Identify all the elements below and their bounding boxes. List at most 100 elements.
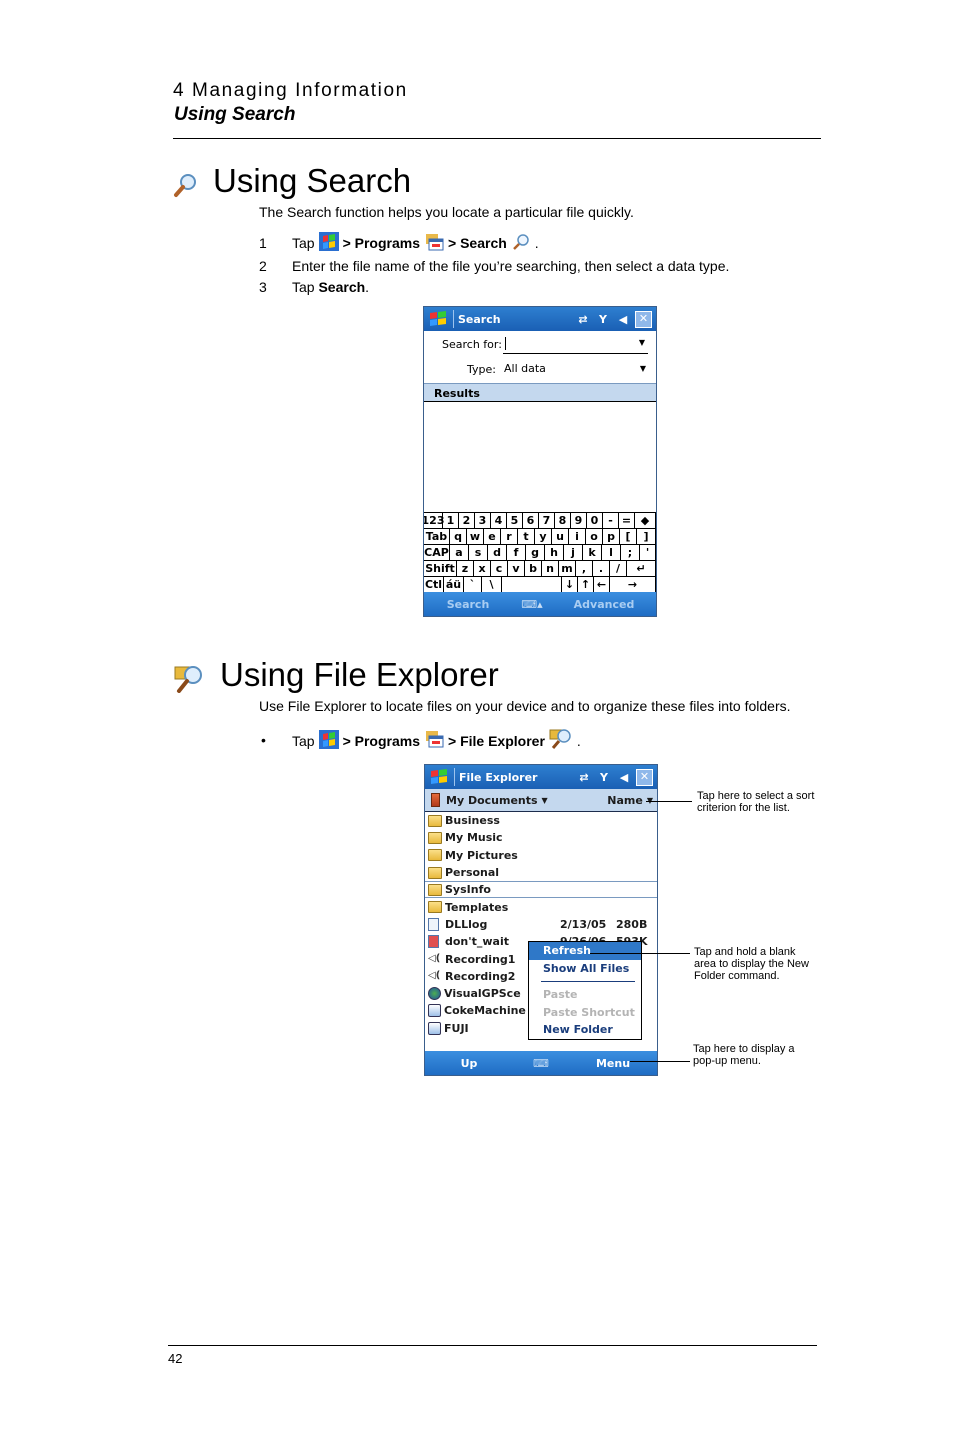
- keyboard-key[interactable]: d: [488, 545, 507, 560]
- connectivity-icon[interactable]: ⇄: [575, 311, 591, 327]
- keyboard-key[interactable]: 0: [587, 513, 603, 528]
- menu-item-new-folder[interactable]: New Folder: [529, 1021, 641, 1039]
- keyboard-key[interactable]: áü: [444, 577, 464, 592]
- folder-icon: [428, 814, 442, 827]
- keyboard-key[interactable]: o: [586, 529, 603, 544]
- sort-dropdown[interactable]: Name: [607, 794, 643, 807]
- keyboard-key[interactable]: →: [610, 577, 656, 592]
- keyboard-key[interactable]: x: [474, 561, 491, 576]
- volume-icon[interactable]: ◀: [615, 311, 631, 327]
- keyboard-key[interactable]: y: [535, 529, 552, 544]
- keyboard-key[interactable]: ': [640, 545, 656, 560]
- keyboard-key[interactable]: -: [603, 513, 619, 528]
- keyboard-key[interactable]: ←: [594, 577, 610, 592]
- location-dropdown[interactable]: My Documents: [446, 794, 538, 807]
- keyboard-key[interactable]: 7: [539, 513, 555, 528]
- keyboard-key[interactable]: e: [484, 529, 501, 544]
- results-list[interactable]: [424, 402, 656, 512]
- keyboard-key[interactable]: ◆: [635, 513, 656, 528]
- signal-icon[interactable]: Y: [595, 311, 611, 327]
- menu-item-show-all-files[interactable]: Show All Files: [529, 960, 641, 978]
- keyboard-key[interactable]: ↵: [627, 561, 656, 576]
- keyboard-key[interactable]: g: [526, 545, 545, 560]
- keyboard-key[interactable]: Shift: [424, 561, 457, 576]
- keyboard-key[interactable]: j: [564, 545, 583, 560]
- search-softkey[interactable]: Search: [424, 598, 512, 611]
- chevron-down-icon[interactable]: ▼: [542, 796, 548, 805]
- chevron-down-icon[interactable]: ▼: [640, 364, 646, 373]
- menu-item-refresh[interactable]: Refresh: [529, 942, 641, 960]
- signal-icon[interactable]: Y: [596, 769, 612, 785]
- keyboard-key[interactable]: 5: [507, 513, 523, 528]
- file-list-item[interactable]: My Pictures: [425, 847, 657, 864]
- type-select[interactable]: All data: [504, 362, 546, 375]
- keyboard-key[interactable]: ,: [576, 561, 593, 576]
- keyboard-key[interactable]: w: [467, 529, 484, 544]
- keyboard-key[interactable]: ]: [637, 529, 656, 544]
- search-for-label: Search for:: [442, 338, 502, 351]
- keyboard-key[interactable]: 3: [475, 513, 491, 528]
- file-list-item[interactable]: Business: [425, 812, 657, 829]
- keyboard-key[interactable]: 8: [555, 513, 571, 528]
- keyboard-key[interactable]: `: [464, 577, 482, 592]
- keyboard-key[interactable]: 4: [491, 513, 507, 528]
- advanced-softkey[interactable]: Advanced: [552, 598, 656, 611]
- menu-softkey[interactable]: Menu: [569, 1057, 657, 1070]
- keyboard-key[interactable]: k: [583, 545, 602, 560]
- keyboard-key[interactable]: \: [482, 577, 502, 592]
- keyboard-key[interactable]: c: [491, 561, 508, 576]
- file-list-item[interactable]: Personal: [425, 864, 657, 881]
- keyboard-key[interactable]: Ctl: [424, 577, 444, 592]
- close-icon[interactable]: ✕: [635, 310, 652, 328]
- keyboard-key[interactable]: 6: [523, 513, 539, 528]
- keyboard-key[interactable]: 1: [443, 513, 459, 528]
- chevron-down-icon[interactable]: ▼: [639, 338, 645, 347]
- keyboard-key[interactable]: h: [545, 545, 564, 560]
- keyboard-key[interactable]: CAP: [424, 545, 450, 560]
- keyboard-key[interactable]: p: [603, 529, 620, 544]
- keyboard-key[interactable]: .: [593, 561, 610, 576]
- keyboard-key[interactable]: ↑: [578, 577, 594, 592]
- keyboard-key[interactable]: z: [457, 561, 474, 576]
- keyboard-key[interactable]: ;: [621, 545, 640, 560]
- keyboard-key[interactable]: m: [559, 561, 576, 576]
- keyboard-key[interactable]: t: [518, 529, 535, 544]
- file-list-item[interactable]: SysInfo: [425, 881, 657, 899]
- volume-icon[interactable]: ◀: [616, 769, 632, 785]
- file-list-item[interactable]: My Music: [425, 829, 657, 846]
- file-list-item[interactable]: DLLlog 2/13/05 280B: [425, 916, 657, 933]
- keyboard-key[interactable]: =: [619, 513, 635, 528]
- step-number: 2: [259, 258, 267, 274]
- keyboard-key[interactable]: a: [450, 545, 469, 560]
- connectivity-icon[interactable]: ⇄: [576, 769, 592, 785]
- keyboard-key[interactable]: /: [610, 561, 627, 576]
- keyboard-key[interactable]: 2: [459, 513, 475, 528]
- up-softkey[interactable]: Up: [425, 1057, 513, 1070]
- window-title: Search: [458, 312, 501, 326]
- start-flag-icon[interactable]: [427, 309, 449, 329]
- chevron-down-icon[interactable]: ▼: [647, 796, 653, 805]
- keyboard-key[interactable]: u: [552, 529, 569, 544]
- keyboard-key[interactable]: r: [501, 529, 518, 544]
- keyboard-key[interactable]: 9: [571, 513, 587, 528]
- keyboard-key[interactable]: Tab: [424, 529, 450, 544]
- keyboard-key[interactable]: v: [508, 561, 525, 576]
- callout-leader-line: [630, 1061, 690, 1062]
- keyboard-key[interactable]: l: [602, 545, 621, 560]
- keyboard-key[interactable]: ↓: [562, 577, 578, 592]
- keyboard-key[interactable]: [: [620, 529, 637, 544]
- keyboard-key[interactable]: s: [469, 545, 488, 560]
- keyboard-icon[interactable]: ⌨▴: [512, 598, 552, 611]
- file-list-item[interactable]: Templates: [425, 898, 657, 915]
- keyboard-icon[interactable]: ⌨: [513, 1057, 569, 1070]
- keyboard-key[interactable]: n: [542, 561, 559, 576]
- close-icon[interactable]: ✕: [636, 768, 653, 786]
- space-key[interactable]: [502, 577, 562, 592]
- start-flag-icon[interactable]: [428, 767, 450, 787]
- search-for-input[interactable]: ▼: [503, 335, 648, 354]
- keyboard-key[interactable]: q: [450, 529, 467, 544]
- keyboard-key[interactable]: f: [507, 545, 526, 560]
- keyboard-key[interactable]: i: [569, 529, 586, 544]
- keyboard-key[interactable]: b: [525, 561, 542, 576]
- keyboard-key[interactable]: 123: [424, 513, 444, 528]
